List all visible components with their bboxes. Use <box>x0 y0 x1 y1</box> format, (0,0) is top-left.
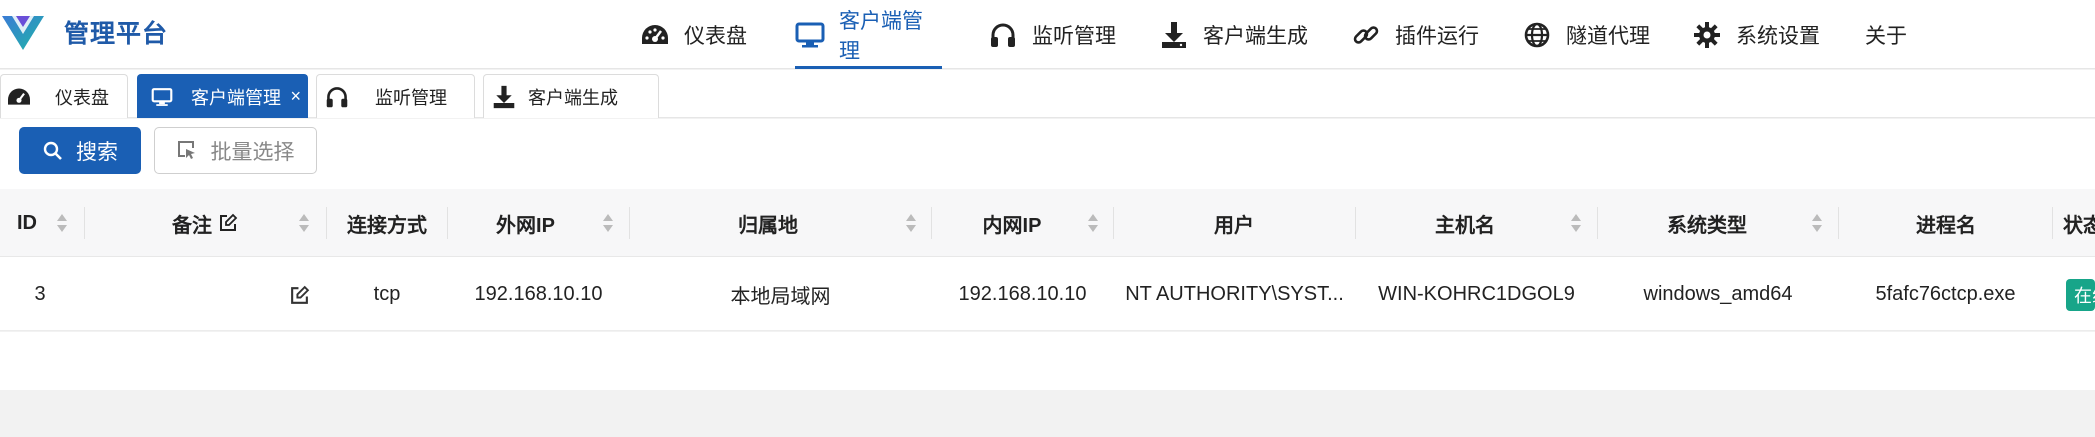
table-header: ID 备注 连接方式 外网IP 归属地 内网IP 用户 主机名 系统类型 进程名… <box>0 189 2095 257</box>
cell-location: 本地局域网 <box>730 285 831 308</box>
batch-select-button[interactable]: 批量选择 <box>154 127 317 174</box>
brand-title: 管理平台 <box>64 20 169 48</box>
tab-label: 仪表盘 <box>55 87 109 108</box>
column-header-lan-ip[interactable]: 内网IP <box>932 189 1092 257</box>
cell-hostname: WIN-KOHRC1DGOL9 <box>1378 282 1575 305</box>
dashboard-icon <box>640 20 670 50</box>
nav-label: 客户端生成 <box>1203 24 1308 48</box>
edit-icon <box>220 213 238 231</box>
cell-connection: tcp <box>373 282 401 305</box>
cell-lan-ip: 192.168.10.10 <box>958 282 1087 305</box>
table-row[interactable]: 3 tcp 192.168.10.10 本地局域网 192.168.10.10 … <box>0 257 2095 331</box>
monitor-icon <box>795 20 825 50</box>
monitor-icon <box>148 83 176 111</box>
top-header: 管理平台 仪表盘 客户端管理 监听管理 客户端生成 插件运行 隧道代理 系统设置… <box>0 0 2095 69</box>
tab-dashboard[interactable]: 仪表盘 <box>0 74 128 118</box>
sort-icon[interactable] <box>298 211 310 235</box>
tab-client-generate[interactable]: 客户端生成 <box>483 74 659 118</box>
nav-item-tunnel-proxy[interactable]: 隧道代理 <box>1522 0 1650 69</box>
nav-label: 系统设置 <box>1736 24 1820 48</box>
column-header-location[interactable]: 归属地 <box>630 189 906 257</box>
brand[interactable]: 管理平台 <box>0 12 168 52</box>
nav-label: 客户端管理 <box>839 9 923 63</box>
cell-wan-ip: 192.168.10.10 <box>474 282 603 305</box>
column-header-wan-ip[interactable]: 外网IP <box>448 189 603 257</box>
sort-icon[interactable] <box>905 211 917 235</box>
toolbar: 搜索 批量选择 <box>0 119 2095 189</box>
batch-select-label: 批量选择 <box>210 140 295 164</box>
nav-label: 关于 <box>1865 24 1907 48</box>
column-separator <box>2052 207 2053 239</box>
nav-item-listener-management[interactable]: 监听管理 <box>988 0 1116 69</box>
nav-item-client-management[interactable]: 客户端管理 <box>795 0 942 69</box>
dashboard-icon <box>5 83 33 111</box>
select-icon <box>177 140 199 162</box>
column-header-user: 用户 <box>1214 214 1254 237</box>
nav-label: 隧道代理 <box>1566 24 1650 48</box>
sort-icon[interactable] <box>602 211 614 235</box>
nav-item-system-settings[interactable]: 系统设置 <box>1692 0 1820 69</box>
table-empty-area <box>0 332 2095 390</box>
nav-item-about[interactable]: 关于 <box>1865 0 1907 69</box>
link-icon <box>1351 20 1381 50</box>
close-icon[interactable]: × <box>290 85 301 107</box>
tab-client-management[interactable]: 客户端管理 × <box>137 74 308 118</box>
tab-listener-management[interactable]: 监听管理 <box>316 74 475 118</box>
search-icon <box>42 140 64 162</box>
cell-user: NT AUTHORITY\SYST... <box>1125 282 1344 305</box>
sort-icon[interactable] <box>56 211 68 235</box>
headphones-icon <box>988 20 1018 50</box>
tab-label: 监听管理 <box>375 87 447 108</box>
column-header-remark[interactable]: 备注 <box>85 189 325 257</box>
download-icon <box>1159 20 1189 50</box>
column-header-status: 状态 <box>2063 214 2095 237</box>
tab-bar: 仪表盘 客户端管理 × 监听管理 客户端生成 <box>0 70 2095 118</box>
sort-icon[interactable] <box>1811 211 1823 235</box>
nav-label: 插件运行 <box>1395 24 1479 48</box>
cell-process: 5fafc76ctcp.exe <box>1875 282 2016 305</box>
column-header-connection: 连接方式 <box>347 214 427 237</box>
gear-icon <box>1692 20 1722 50</box>
column-header-process: 进程名 <box>1916 214 1976 237</box>
client-table: ID 备注 连接方式 外网IP 归属地 内网IP 用户 主机名 系统类型 进程名… <box>0 189 2095 331</box>
nav-label: 监听管理 <box>1032 24 1116 48</box>
nav-item-plugin-run[interactable]: 插件运行 <box>1351 0 1479 69</box>
sort-icon[interactable] <box>1087 211 1099 235</box>
search-button[interactable]: 搜索 <box>19 127 141 174</box>
search-button-label: 搜索 <box>76 140 118 164</box>
globe-icon <box>1522 20 1552 50</box>
sort-icon[interactable] <box>1570 211 1582 235</box>
cell-os-type: windows_amd64 <box>1643 282 1793 305</box>
edit-remark-icon[interactable] <box>289 285 310 306</box>
tab-label: 客户端生成 <box>528 87 618 108</box>
cell-id: 3 <box>34 282 46 305</box>
tab-label: 客户端管理 <box>191 87 281 108</box>
column-header-hostname[interactable]: 主机名 <box>1356 189 1574 257</box>
headphones-icon <box>323 83 351 111</box>
column-header-os-type[interactable]: 系统类型 <box>1598 189 1816 257</box>
nav-item-client-generate[interactable]: 客户端生成 <box>1159 0 1308 69</box>
nav-label: 仪表盘 <box>684 24 747 48</box>
download-icon <box>490 83 518 111</box>
column-header-id[interactable]: ID <box>0 189 60 257</box>
logo-icon <box>2 16 44 50</box>
status-badge: 在线 <box>2066 279 2095 311</box>
nav-item-dashboard[interactable]: 仪表盘 <box>640 0 747 69</box>
